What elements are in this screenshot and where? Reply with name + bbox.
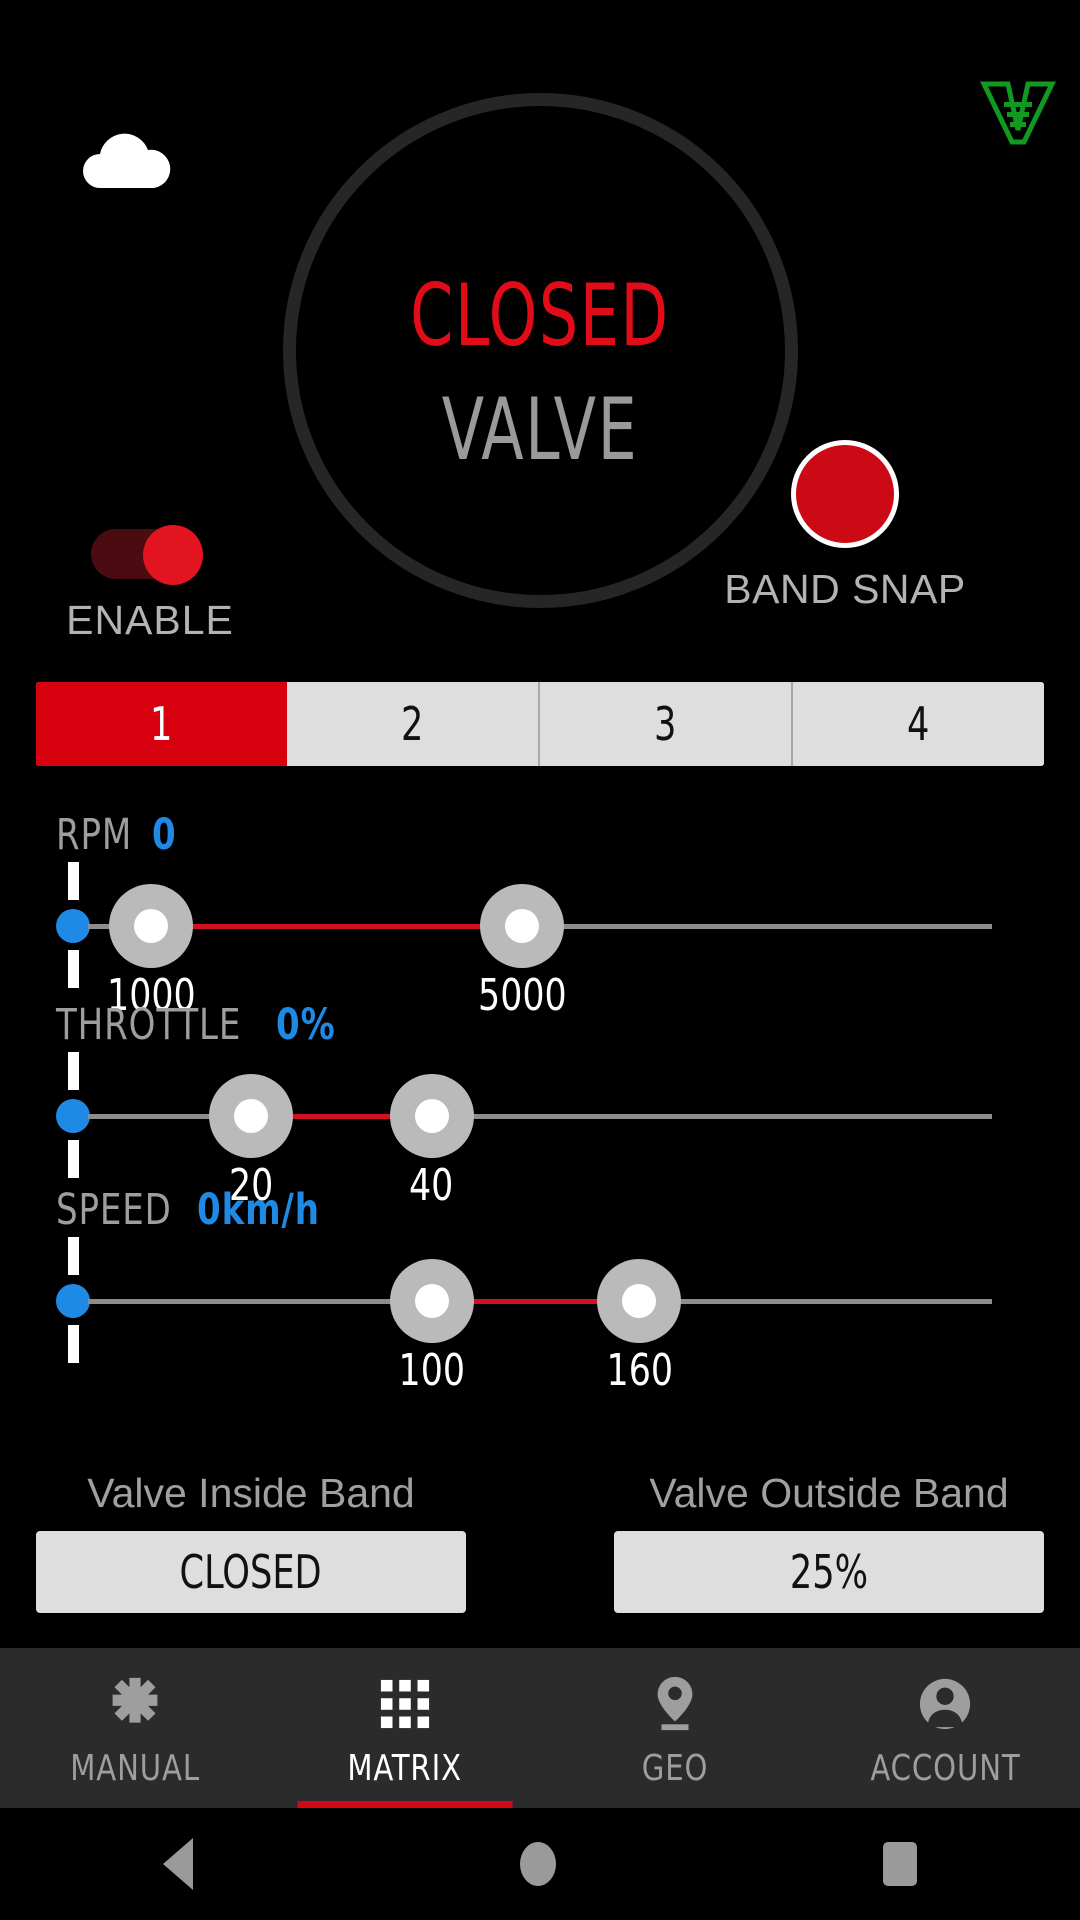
throttle-track-area[interactable]: 20 40 xyxy=(0,1052,1080,1211)
rpm-current-tick-top xyxy=(68,862,79,900)
rpm-current-value: 0 xyxy=(151,810,177,860)
enable-toggle-group[interactable]: ENABLE xyxy=(60,525,240,644)
preset-tab-1[interactable]: 1 xyxy=(36,682,287,766)
speed-low-label: 100 xyxy=(398,1345,465,1396)
band-snap-button[interactable] xyxy=(791,440,899,548)
enable-toggle[interactable] xyxy=(91,525,209,585)
home-circle-icon[interactable] xyxy=(519,1842,556,1886)
person-icon xyxy=(918,1674,972,1734)
nav-item-manual[interactable]: MANUAL xyxy=(0,1648,270,1808)
valve-outside-band-title: Valve Outside Band xyxy=(649,1470,1009,1516)
throttle-current-tick-bottom xyxy=(68,1140,79,1178)
valve-outside-band-value[interactable]: 25% xyxy=(614,1531,1044,1613)
valve-outside-band-group: Valve Outside Band 25% xyxy=(614,1470,1044,1613)
bottom-navigation[interactable]: MANUAL MATRIX GEO ACCOUNT xyxy=(0,1648,1080,1808)
nav-label-account: ACCOUNT xyxy=(869,1747,1021,1789)
preset-tab-4[interactable]: 4 xyxy=(793,682,1044,766)
preset-tab-3-label: 3 xyxy=(654,697,677,751)
preset-tab-2-label: 2 xyxy=(401,697,424,751)
speed-current-value: 0km/h xyxy=(196,1185,320,1235)
nav-label-manual: MANUAL xyxy=(70,1747,200,1789)
throttle-current-value: 0% xyxy=(275,1000,336,1050)
rpm-current-marker xyxy=(56,909,90,943)
nav-active-underline xyxy=(297,1801,513,1808)
nav-label-matrix: MATRIX xyxy=(347,1747,463,1789)
preset-tab-2[interactable]: 2 xyxy=(287,682,540,766)
speed-current-tick-top xyxy=(68,1237,79,1275)
nav-item-geo[interactable]: GEO xyxy=(540,1648,810,1808)
speed-track-area[interactable]: 100 160 xyxy=(0,1237,1080,1396)
speed-high-label: 160 xyxy=(606,1345,673,1396)
cloud-icon xyxy=(74,130,172,190)
throttle-thumb-high[interactable] xyxy=(389,1074,474,1158)
preset-tab-3[interactable]: 3 xyxy=(540,682,793,766)
rpm-thumb-low[interactable] xyxy=(109,884,194,968)
band-snap-group[interactable]: BAND SNAP xyxy=(665,440,1025,613)
speed-slider-row: SPEED 0km/h 100 160 xyxy=(0,1185,1080,1396)
valve-inside-band-value[interactable]: CLOSED xyxy=(36,1531,466,1613)
dpad-icon xyxy=(107,1674,163,1734)
speed-thumb-high[interactable] xyxy=(597,1259,682,1343)
rpm-name: RPM xyxy=(56,810,133,860)
rpm-range-fill xyxy=(151,924,522,929)
rpm-header: RPM 0 xyxy=(56,810,1080,860)
recents-square-icon[interactable] xyxy=(882,1842,917,1886)
nav-item-matrix[interactable]: MATRIX xyxy=(270,1648,540,1808)
valve-inside-band-title: Valve Inside Band xyxy=(87,1470,415,1516)
throttle-name: THROTTLE xyxy=(56,1000,242,1050)
back-triangle-icon[interactable] xyxy=(163,1838,194,1890)
throttle-slider-row: THROTTLE 0% 20 40 xyxy=(0,1000,1080,1211)
grid-icon xyxy=(379,1674,431,1734)
preset-tab-bar[interactable]: 1 2 3 4 xyxy=(36,682,1044,766)
band-snap-label: BAND SNAP xyxy=(724,566,966,612)
throttle-current-tick-top xyxy=(68,1052,79,1090)
rpm-track-area[interactable]: 1000 5000 xyxy=(0,862,1080,1021)
rpm-thumb-high[interactable] xyxy=(479,884,564,968)
valve-v-logo-icon xyxy=(978,78,1058,148)
speed-thumb-low[interactable] xyxy=(389,1259,474,1343)
speed-current-marker xyxy=(56,1284,90,1318)
throttle-current-marker xyxy=(56,1099,90,1133)
valve-state-text: CLOSED xyxy=(410,266,670,366)
map-pin-icon xyxy=(651,1674,699,1734)
throttle-thumb-low[interactable] xyxy=(208,1074,293,1158)
throttle-header: THROTTLE 0% xyxy=(56,1000,1080,1050)
speed-header: SPEED 0km/h xyxy=(56,1185,1080,1235)
nav-item-account[interactable]: ACCOUNT xyxy=(810,1648,1080,1808)
preset-tab-4-label: 4 xyxy=(907,697,930,751)
preset-tab-1-label: 1 xyxy=(150,697,173,751)
speed-name: SPEED xyxy=(56,1185,172,1235)
android-system-bar[interactable] xyxy=(0,1808,1080,1920)
valve-inside-band-group: Valve Inside Band CLOSED xyxy=(36,1470,466,1613)
rpm-slider-row: RPM 0 1000 5000 xyxy=(0,810,1080,1021)
enable-toggle-thumb[interactable] xyxy=(143,525,203,585)
speed-current-tick-bottom xyxy=(68,1325,79,1363)
enable-label: ENABLE xyxy=(66,597,234,643)
app-screen: CLOSED VALVE ENABLE BAND SNAP 1 2 3 4 RP… xyxy=(0,0,1080,1920)
nav-label-geo: GEO xyxy=(641,1747,709,1789)
